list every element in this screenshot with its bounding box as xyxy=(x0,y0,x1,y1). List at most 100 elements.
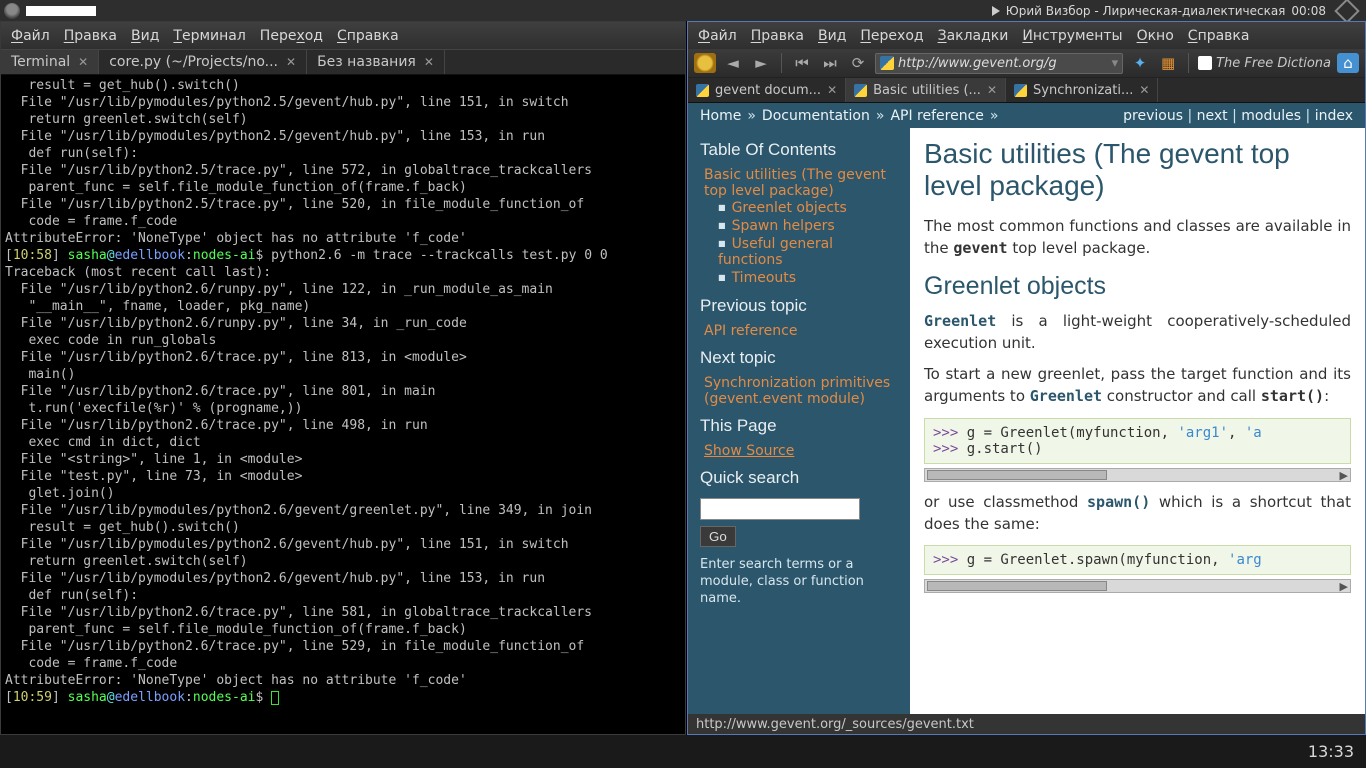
taskbar-app-button[interactable] xyxy=(26,6,96,16)
favicon-icon xyxy=(696,84,709,97)
now-playing-text: Юрий Визбор - Лирическая-диалектическая xyxy=(1006,4,1286,18)
reload-button[interactable]: ⟳ xyxy=(847,53,869,73)
close-icon[interactable]: ✕ xyxy=(286,55,296,69)
nav-modules[interactable]: modules xyxy=(1241,108,1301,124)
next-topic-link[interactable]: Synchronization primitives (gevent.event… xyxy=(704,375,890,407)
status-text: http://www.gevent.org/_sources/gevent.tx… xyxy=(696,717,974,732)
now-playing-time: 00:08 xyxy=(1291,4,1326,18)
menu-bookmarks[interactable]: Закладки xyxy=(938,28,1009,44)
intro-paragraph: The most common functions and classes ar… xyxy=(924,216,1351,260)
forward-button[interactable]: ► xyxy=(750,53,772,73)
menu-window[interactable]: Окно xyxy=(1137,28,1174,44)
terminal-window: Файл Правка Вид Терминал Переход Справка… xyxy=(0,21,686,735)
close-icon[interactable]: ✕ xyxy=(424,55,434,69)
top-taskbar: Юрий Визбор - Лирическая-диалектическая … xyxy=(0,0,1366,21)
terminal-menubar: Файл Правка Вид Терминал Переход Справка xyxy=(1,22,685,49)
section-greenlet: Greenlet objects xyxy=(924,272,1351,301)
tab-synchronization[interactable]: Synchronizati... ✕ xyxy=(1006,78,1158,102)
nav-index[interactable]: index xyxy=(1315,108,1353,124)
tab-label: Без названия xyxy=(317,54,416,70)
next-topic-heading: Next topic xyxy=(700,348,898,368)
go-button[interactable]: Go xyxy=(700,526,736,547)
tab-corepy[interactable]: core.py (~/Projects/no... ✕ xyxy=(99,50,307,74)
search-engine-label[interactable]: The Free Dictiona xyxy=(1198,56,1331,71)
toc-heading: Table Of Contents xyxy=(700,140,898,160)
tab-terminal[interactable]: Terminal✕ xyxy=(1,50,99,74)
browser-window: Файл Правка Вид Переход Закладки Инструм… xyxy=(687,21,1366,735)
tab-untitled[interactable]: Без названия ✕ xyxy=(307,50,445,74)
separator xyxy=(1188,53,1189,73)
favicon-icon xyxy=(880,56,894,70)
tab-label: gevent docum... xyxy=(715,83,821,98)
home-button[interactable]: ⌂ xyxy=(1337,53,1359,73)
close-icon[interactable]: ✕ xyxy=(827,83,837,97)
this-page-heading: This Page xyxy=(700,416,898,436)
breadcrumb: Home» Documentation» API reference» prev… xyxy=(688,103,1365,128)
menu-file[interactable]: Файл xyxy=(698,28,737,44)
tab-label: Basic utilities (... xyxy=(873,83,981,98)
close-icon[interactable]: ✕ xyxy=(1139,83,1149,97)
crumb-doc[interactable]: Documentation xyxy=(762,108,870,124)
terminal-tabs: Terminal✕ core.py (~/Projects/no... ✕ Без… xyxy=(1,49,685,75)
play-icon[interactable] xyxy=(992,6,1000,16)
crumb-home[interactable]: Home xyxy=(700,108,741,124)
rewind-button[interactable]: ⏮ xyxy=(791,53,813,73)
browser-statusbar: http://www.gevent.org/_sources/gevent.tx… xyxy=(688,714,1365,734)
close-icon[interactable]: ✕ xyxy=(78,55,88,69)
workspace-switcher-icon[interactable] xyxy=(1334,0,1359,23)
nav-previous[interactable]: previous xyxy=(1123,108,1183,124)
menu-go[interactable]: Переход xyxy=(860,28,923,44)
tab-basic-utilities[interactable]: Basic utilities (... ✕ xyxy=(846,78,1006,102)
toc-link[interactable]: Timeouts xyxy=(732,270,796,286)
menu-view[interactable]: Вид xyxy=(131,28,159,44)
separator xyxy=(781,53,782,73)
doc-sidebar: Table Of Contents Basic utilities (The g… xyxy=(688,128,910,714)
panel-button[interactable]: ▦ xyxy=(1157,53,1179,73)
browser-tabs: gevent docum... ✕ Basic utilities (... ✕ S… xyxy=(688,78,1365,103)
favicon-icon xyxy=(1014,84,1027,97)
tab-gevent-docs[interactable]: gevent docum... ✕ xyxy=(688,78,846,102)
code-block[interactable]: >>> g = Greenlet.spawn(myfunction, 'arg xyxy=(924,545,1351,575)
horizontal-scrollbar[interactable]: ▶ xyxy=(924,468,1351,482)
quick-search-heading: Quick search xyxy=(700,468,898,488)
greenlet-start-desc: To start a new greenlet, pass the target… xyxy=(924,364,1351,408)
prev-topic-heading: Previous topic xyxy=(700,296,898,316)
menu-go[interactable]: Переход xyxy=(260,28,323,44)
menu-terminal[interactable]: Терминал xyxy=(173,28,245,44)
wand-button[interactable]: ✦ xyxy=(1129,53,1151,73)
menu-edit[interactable]: Правка xyxy=(751,28,804,44)
menu-file[interactable]: Файл xyxy=(11,28,50,44)
bookmark-star-icon[interactable] xyxy=(694,53,716,73)
show-source-link[interactable]: Show Source xyxy=(704,443,794,459)
toc-link[interactable]: Spawn helpers xyxy=(732,218,835,234)
page-title: Basic utilities (The gevent top level pa… xyxy=(924,138,1351,202)
toc-link[interactable]: Greenlet objects xyxy=(732,200,847,216)
url-bar[interactable]: http://www.gevent.org/g ▾ xyxy=(875,53,1123,74)
spawn-desc: or use classmethod spawn() which is a sh… xyxy=(924,492,1351,536)
menu-edit[interactable]: Правка xyxy=(64,28,117,44)
code-block[interactable]: >>> g = Greenlet(myfunction, 'arg1', 'a … xyxy=(924,418,1351,464)
back-button[interactable]: ◄ xyxy=(722,53,744,73)
search-input[interactable] xyxy=(700,498,860,520)
clock[interactable]: 13:33 xyxy=(1308,742,1354,761)
prev-topic-link[interactable]: API reference xyxy=(704,323,797,339)
nav-next[interactable]: next xyxy=(1197,108,1228,124)
horizontal-scrollbar[interactable]: ▶ xyxy=(924,579,1351,593)
menu-view[interactable]: Вид xyxy=(818,28,846,44)
tab-label: Synchronizati... xyxy=(1033,83,1133,98)
fastforward-button[interactable]: ⏭ xyxy=(819,53,841,73)
toc-link-top[interactable]: Basic utilities (The gevent top level pa… xyxy=(704,167,886,199)
crumb-api[interactable]: API reference xyxy=(890,108,983,124)
greenlet-desc: Greenlet is a light-weight cooperatively… xyxy=(924,311,1351,355)
browser-menubar: Файл Правка Вид Переход Закладки Инструм… xyxy=(688,22,1365,49)
menu-tools[interactable]: Инструменты xyxy=(1022,28,1122,44)
menu-help[interactable]: Справка xyxy=(337,28,399,44)
bottom-panel: 13:33 xyxy=(0,735,1366,768)
gnome-foot-icon[interactable] xyxy=(4,3,20,19)
terminal-body[interactable]: result = get_hub().switch() File "/usr/l… xyxy=(1,75,685,734)
menu-help[interactable]: Справка xyxy=(1188,28,1250,44)
toc-link[interactable]: Useful general functions xyxy=(718,236,833,268)
close-icon[interactable]: ✕ xyxy=(987,83,997,97)
search-hint: Enter search terms or a module, class or… xyxy=(700,557,898,608)
tab-label: core.py (~/Projects/no... xyxy=(109,54,278,70)
